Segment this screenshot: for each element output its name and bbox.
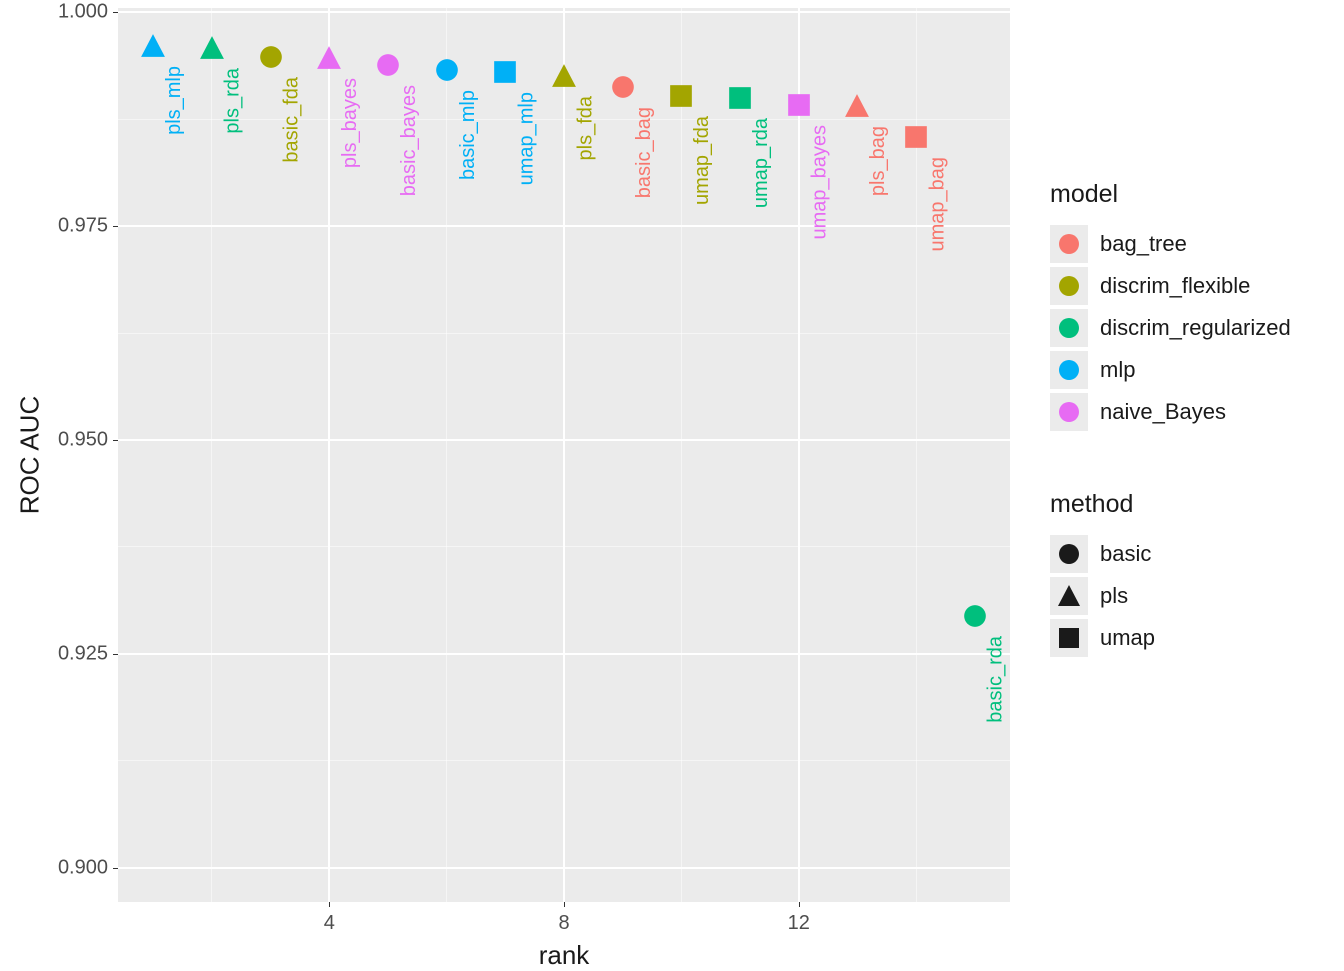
grid-minor-v — [681, 8, 682, 902]
data-point-label: pls_fda — [574, 96, 597, 161]
y-tick — [113, 226, 118, 227]
legend-swatch-icon — [1050, 267, 1088, 305]
data-point — [903, 124, 929, 150]
x-tick-label: 12 — [788, 912, 810, 935]
legend-model-item: bag_tree — [1050, 223, 1291, 265]
y-tick-label: 1.000 — [58, 1, 108, 24]
legend-method-title: method — [1050, 490, 1155, 519]
data-point-label: umap_rda — [750, 118, 773, 208]
data-point — [258, 44, 284, 70]
y-tick-label: 0.950 — [58, 429, 108, 452]
data-point-label: pls_bag — [867, 126, 890, 196]
legend-swatch-icon — [1050, 393, 1088, 431]
data-point — [668, 83, 694, 109]
legend-model: model bag_tree discrim_flexible discrim_re… — [1050, 180, 1291, 433]
data-point — [610, 74, 636, 100]
legend-method-item: pls — [1050, 575, 1155, 617]
y-tick-label: 0.900 — [58, 856, 108, 879]
y-tick — [113, 12, 118, 13]
x-tick — [564, 902, 565, 907]
x-tick-label: 8 — [558, 912, 569, 935]
data-point-label: umap_bayes — [809, 125, 832, 240]
grid-major-v — [798, 8, 800, 902]
y-tick — [113, 654, 118, 655]
data-point — [844, 93, 870, 119]
legend-model-item: discrim_flexible — [1050, 265, 1291, 307]
chart-figure: ROC AUC rank model bag_treediscrim_flexi… — [0, 0, 1344, 960]
x-tick — [799, 902, 800, 907]
data-point — [492, 59, 518, 85]
data-point-label: umap_fda — [691, 116, 714, 205]
data-point-label: basic_bag — [633, 107, 656, 198]
legend-method-item: umap — [1050, 617, 1155, 659]
y-axis-title: ROC AUC — [15, 396, 46, 514]
x-tick-label: 4 — [324, 912, 335, 935]
data-point-label: basic_bayes — [398, 85, 421, 196]
grid-minor-v — [211, 8, 212, 902]
grid-minor-v — [446, 8, 447, 902]
grid-major-v — [328, 8, 330, 902]
data-point-label: pls_mlp — [163, 66, 186, 135]
y-tick — [113, 440, 118, 441]
data-point — [434, 57, 460, 83]
data-point-label: umap_mlp — [515, 92, 538, 185]
legend-item-label: naive_Bayes — [1100, 399, 1226, 425]
legend-swatch-icon — [1050, 619, 1088, 657]
legend-swatch-icon — [1050, 225, 1088, 263]
data-point — [962, 603, 988, 629]
legend-model-item: mlp — [1050, 349, 1291, 391]
legend-swatch-icon — [1050, 535, 1088, 573]
legend-swatch-icon — [1050, 351, 1088, 389]
legend-item-label: mlp — [1100, 357, 1135, 383]
data-point-label: pls_bayes — [339, 78, 362, 168]
data-point-label: basic_mlp — [457, 90, 480, 180]
legend-swatch-icon — [1050, 309, 1088, 347]
legend-item-label: discrim_flexible — [1100, 273, 1250, 299]
grid-major-v — [563, 8, 565, 902]
y-tick — [113, 868, 118, 869]
legend-swatch-icon — [1050, 577, 1088, 615]
x-axis-title: rank — [539, 940, 590, 971]
data-point-label: umap_bag — [926, 157, 949, 252]
legend-method: method basic pls umap — [1050, 490, 1155, 659]
y-tick-label: 0.975 — [58, 215, 108, 238]
legend-item-label: basic — [1100, 541, 1151, 567]
data-point — [551, 63, 577, 89]
legend-item-label: discrim_regularized — [1100, 315, 1291, 341]
legend-model-item: naive_Bayes — [1050, 391, 1291, 433]
data-point-label: basic_fda — [281, 77, 304, 163]
data-point — [727, 85, 753, 111]
data-point — [786, 92, 812, 118]
data-point — [199, 35, 225, 61]
data-point — [375, 52, 401, 78]
legend-model-title: model — [1050, 180, 1291, 209]
y-tick-label: 0.925 — [58, 642, 108, 665]
data-point — [316, 45, 342, 71]
x-tick — [329, 902, 330, 907]
legend-item-label: pls — [1100, 583, 1128, 609]
legend-model-item: discrim_regularized — [1050, 307, 1291, 349]
legend-item-label: umap — [1100, 625, 1155, 651]
legend-item-label: bag_tree — [1100, 231, 1187, 257]
data-point-label: pls_rda — [222, 68, 245, 134]
data-point-label: basic_rda — [985, 636, 1008, 723]
legend-method-item: basic — [1050, 533, 1155, 575]
data-point — [140, 33, 166, 59]
